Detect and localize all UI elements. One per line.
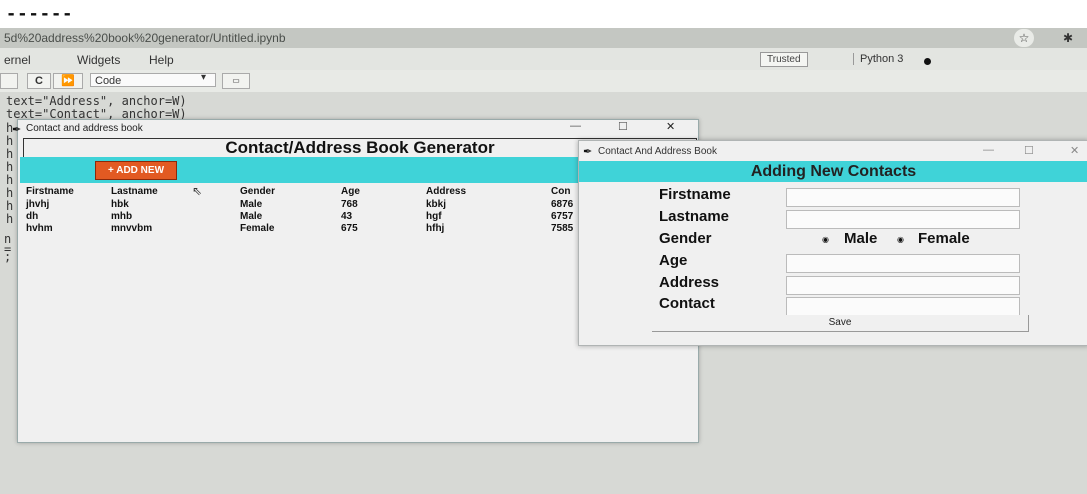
window-title-text: Contact and address book (26, 123, 143, 134)
address-bar[interactable]: 5d%20address%20book%20generator/Untitled… (0, 28, 1087, 48)
maximize-icon[interactable]: ☐ (1024, 144, 1034, 157)
column-header[interactable]: Firstname (26, 186, 74, 197)
extensions-icon[interactable]: ✱ (1058, 29, 1078, 47)
table-cell[interactable]: Female (240, 223, 274, 234)
table-cell[interactable]: Male (240, 199, 262, 210)
table-cell[interactable]: 6757 (551, 211, 573, 222)
menu-widgets[interactable]: Widgets (77, 53, 120, 67)
gender-label: Gender (659, 230, 712, 247)
table-cell[interactable]: 43 (341, 211, 352, 222)
menu-help[interactable]: Help (149, 53, 174, 67)
contact-label: Contact (659, 295, 715, 312)
column-header[interactable]: Address (426, 186, 466, 197)
column-header[interactable]: Age (341, 186, 360, 197)
column-header[interactable]: Gender (240, 186, 275, 197)
gutter-char: h (6, 186, 14, 200)
feather-icon: ✒ (12, 124, 22, 136)
gutter-char: h (6, 134, 14, 148)
table-cell[interactable]: kbkj (426, 199, 446, 210)
gutter-char: h (6, 212, 14, 226)
age-field[interactable] (786, 254, 1020, 273)
table-cell[interactable]: mnvvbm (111, 223, 152, 234)
table-cell[interactable]: 6876 (551, 199, 573, 210)
maximize-icon[interactable]: ☐ (618, 120, 628, 133)
kernel-status-icon (924, 58, 931, 65)
gutter-char: h (6, 173, 14, 187)
gender-option-male[interactable]: Male (844, 230, 877, 247)
table-cell[interactable]: dh (26, 211, 38, 222)
add-new-button[interactable]: + ADD NEW (95, 161, 177, 180)
radio-male[interactable]: ◉ (822, 235, 829, 244)
close-icon[interactable]: ✕ (666, 120, 675, 133)
table-cell[interactable]: hfhj (426, 223, 444, 234)
kernel-name[interactable]: Python 3 (853, 53, 903, 65)
table-cell[interactable]: jhvhj (26, 199, 49, 210)
url-text[interactable]: 5d%20address%20book%20generator/Untitled… (4, 31, 286, 45)
table-cell[interactable]: hbk (111, 199, 129, 210)
notebook-menubar: ernel Widgets Help Trusted Python 3 (0, 48, 1087, 70)
age-label: Age (659, 252, 688, 269)
mouse-cursor-icon: ⇖ (192, 184, 203, 198)
menu-kernel[interactable]: ernel (4, 53, 31, 67)
close-icon[interactable]: ✕ (1070, 144, 1079, 157)
window-title: ✒ Contact and address book (12, 123, 143, 136)
table-cell[interactable]: 675 (341, 223, 358, 234)
chevron-down-icon: ▾ (201, 72, 207, 83)
feather-icon: ✒ (583, 146, 593, 158)
firstname-label: Firstname (659, 186, 731, 203)
table-cell[interactable]: hvhm (26, 223, 53, 234)
address-label: Address (659, 274, 720, 291)
column-header[interactable]: Lastname (111, 186, 158, 197)
lastname-label: Lastname (659, 208, 730, 225)
table-cell[interactable]: hgf (426, 211, 442, 222)
gender-option-female[interactable]: Female (918, 230, 970, 247)
table-cell[interactable]: 768 (341, 199, 358, 210)
dialog-title: Contact And Address Book (598, 146, 717, 157)
save-button[interactable]: Save (652, 315, 1029, 332)
gutter-char: h (6, 147, 14, 161)
table-cell[interactable]: Male (240, 211, 262, 222)
cell-type-select[interactable]: Code (90, 73, 216, 87)
gutter-char: h (6, 160, 14, 174)
address-field[interactable] (786, 276, 1020, 295)
contact-field[interactable] (786, 297, 1020, 316)
add-contact-dialog: ✒ Contact And Address Book — ☐ ✕ Adding … (578, 140, 1087, 346)
gutter-char: h (6, 199, 14, 213)
bookmark-star-icon[interactable]: ☆ (1014, 29, 1034, 47)
column-header[interactable]: Con (551, 186, 570, 197)
code-line: text="Address", anchor=W) (6, 94, 187, 108)
gutter-char: ; (4, 250, 12, 264)
lastname-field[interactable] (786, 210, 1020, 229)
top-marker: ------ (6, 4, 74, 24)
firstname-field[interactable] (786, 188, 1020, 207)
minimize-icon[interactable]: — (983, 144, 994, 156)
table-cell[interactable]: 7585 (551, 223, 573, 234)
fast-forward-icon[interactable]: ⏩ (53, 73, 83, 89)
toolbar-button[interactable] (0, 73, 18, 89)
notebook-toolbar: C ⏩ Code ▾ ▭ (0, 70, 1087, 92)
radio-female[interactable]: ◉ (897, 235, 904, 244)
restart-icon[interactable]: C (27, 73, 51, 89)
keyboard-icon[interactable]: ▭ (222, 73, 250, 89)
minimize-icon[interactable]: — (570, 120, 581, 132)
trusted-badge[interactable]: Trusted (760, 52, 808, 67)
dialog-heading: Adding New Contacts (579, 161, 1087, 182)
table-cell[interactable]: mhb (111, 211, 132, 222)
